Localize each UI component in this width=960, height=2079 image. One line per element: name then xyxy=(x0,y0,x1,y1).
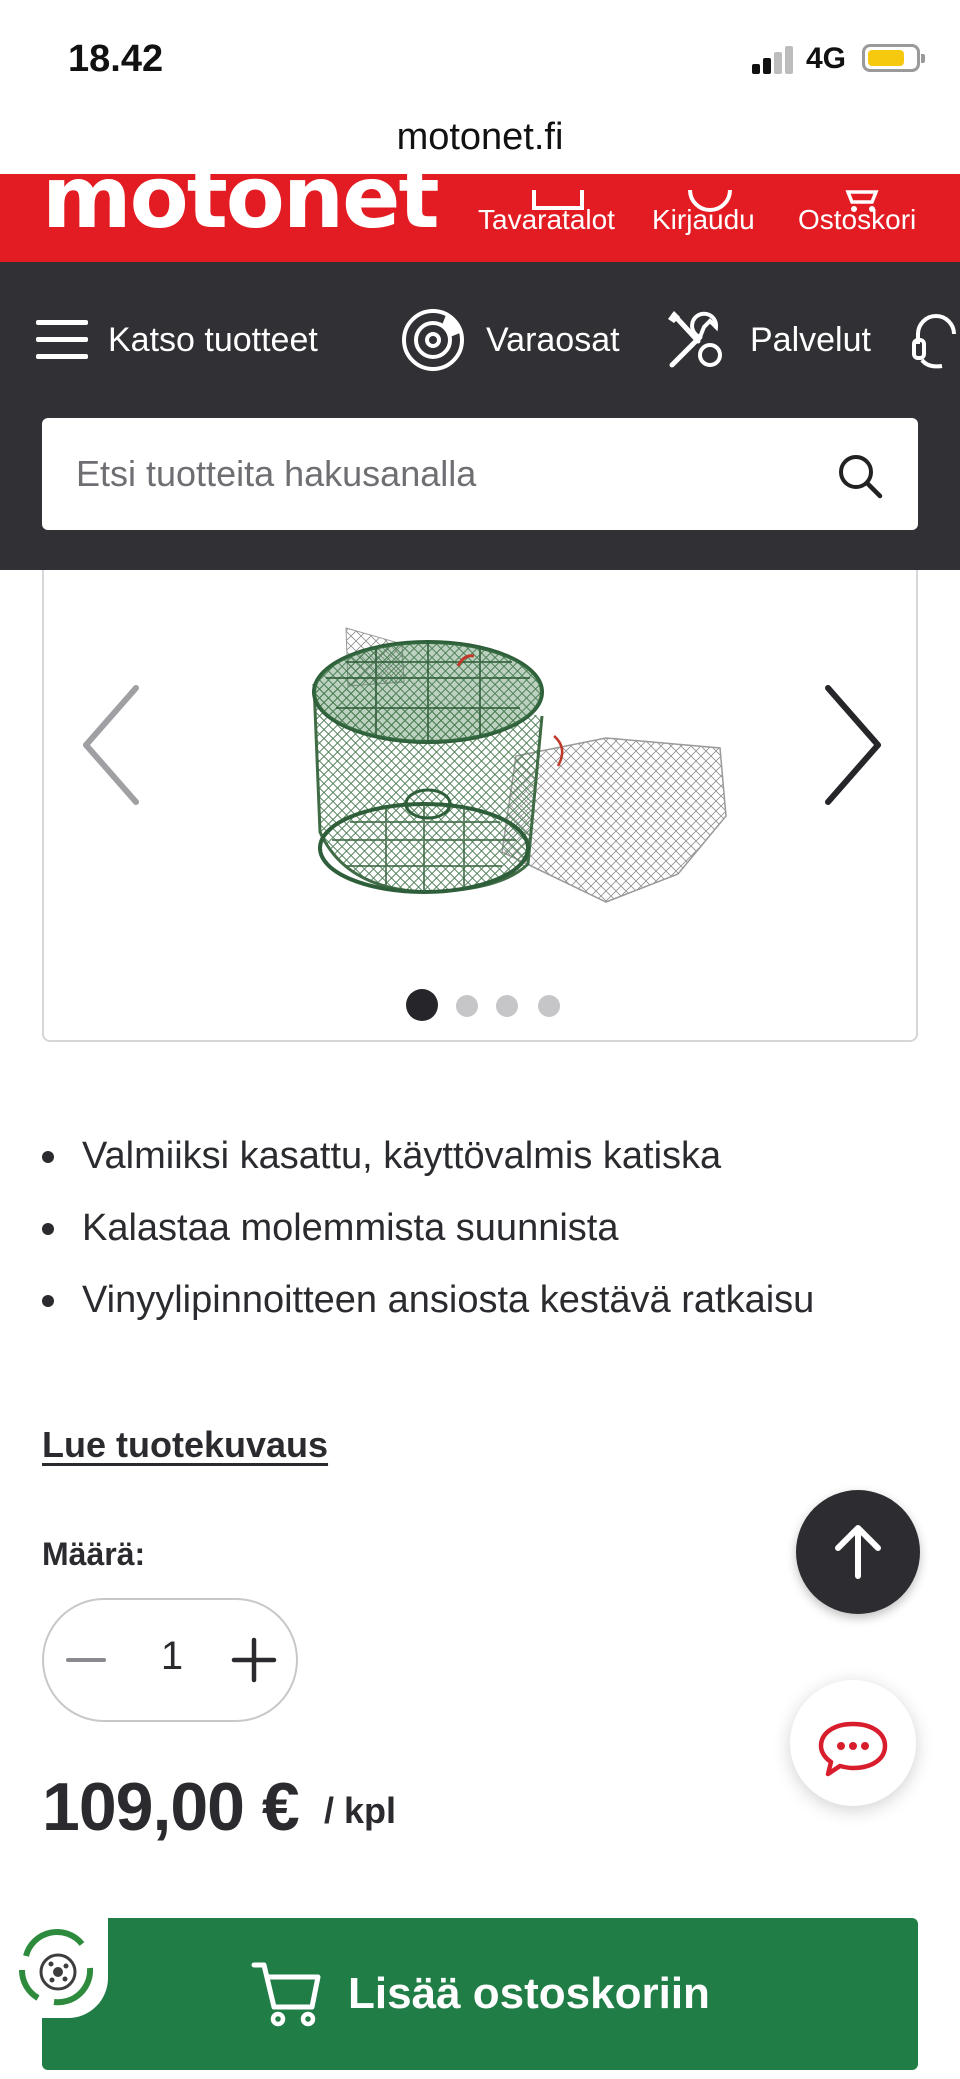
browse-products-label: Katso tuotteet xyxy=(108,320,318,359)
nav-row: Katso tuotteet Varaosat Palvelut xyxy=(0,262,960,416)
scroll-to-top-button[interactable] xyxy=(796,1490,920,1614)
quantity-label: Määrä: xyxy=(42,1536,146,1572)
store-icon xyxy=(532,190,584,210)
search-icon[interactable] xyxy=(836,452,884,500)
add-to-cart-button[interactable]: Lisää ostoskoriin xyxy=(42,1918,918,2070)
eco-badge[interactable] xyxy=(8,1918,108,2018)
network-type: 4G xyxy=(806,42,847,75)
spare-parts-button[interactable]: Varaosat xyxy=(400,309,620,371)
battery-icon xyxy=(862,44,925,72)
shopping-cart-icon xyxy=(251,1962,321,2027)
carousel-dots xyxy=(44,986,916,1021)
carousel-dot[interactable] xyxy=(538,995,560,1017)
search-input[interactable] xyxy=(76,418,836,530)
product-image[interactable] xyxy=(306,626,766,946)
recycle-wheel-icon xyxy=(18,1929,94,2006)
url-text[interactable]: motonet.fi xyxy=(397,114,564,160)
product-price: 109,00 € xyxy=(42,1769,300,1845)
signal-icon xyxy=(752,44,796,74)
browse-products-button[interactable]: Katso tuotteet xyxy=(36,310,318,370)
menu-icon xyxy=(36,320,88,359)
login-link[interactable]: Kirjaudu xyxy=(652,190,755,236)
main-navigation: Katso tuotteet Varaosat Palvelut xyxy=(0,262,960,570)
spare-parts-label: Varaosat xyxy=(486,320,620,359)
carousel-dot[interactable] xyxy=(406,989,438,1021)
previous-image-button[interactable] xyxy=(74,680,154,810)
stores-link[interactable]: Tavaratalot xyxy=(478,190,615,236)
read-description-link[interactable]: Lue tuotekuvaus xyxy=(42,1424,328,1466)
headset-icon xyxy=(912,314,956,369)
carousel-dot[interactable] xyxy=(456,995,478,1017)
price-unit: / kpl xyxy=(324,1790,397,1831)
support-button[interactable] xyxy=(912,310,960,370)
status-time: 18.42 xyxy=(68,38,164,80)
next-image-button[interactable] xyxy=(810,680,890,810)
quantity-value[interactable]: 1 xyxy=(144,1634,200,1679)
tools-icon xyxy=(668,311,722,368)
brake-disc-icon xyxy=(402,309,464,371)
increase-quantity-button[interactable] xyxy=(226,1632,282,1688)
quantity-stepper: 1 xyxy=(42,1598,298,1722)
feature-list: Valmiiksi kasattu, käyttövalmis katiska … xyxy=(42,1120,922,1336)
add-to-cart-label: Lisää ostoskoriin xyxy=(348,1969,710,2018)
services-button[interactable]: Palvelut xyxy=(664,310,871,370)
url-bar[interactable]: motonet.fi xyxy=(0,110,960,174)
chat-bubble-icon xyxy=(818,1721,888,1777)
site-logo[interactable]: motonet xyxy=(42,174,440,248)
user-icon xyxy=(688,190,732,212)
decrease-quantity-button[interactable] xyxy=(58,1632,114,1688)
feature-item: Vinyylipinnoitteen ansiosta kestävä ratk… xyxy=(42,1264,922,1336)
chat-button[interactable] xyxy=(790,1680,916,1806)
feature-item: Kalastaa molemmista suunnista xyxy=(42,1192,922,1264)
product-image-carousel xyxy=(42,570,918,1042)
cart-icon xyxy=(845,190,879,212)
services-label: Palvelut xyxy=(750,320,871,359)
arrow-up-icon xyxy=(835,1525,881,1579)
site-header: motonet Tavaratalot Kirjaudu Ostoskori xyxy=(0,174,960,262)
carousel-dot[interactable] xyxy=(496,995,518,1017)
cart-link[interactable]: Ostoskori xyxy=(798,190,916,236)
status-bar: 18.42 4G xyxy=(0,0,960,110)
search-box xyxy=(42,418,918,530)
feature-item: Valmiiksi kasattu, käyttövalmis katiska xyxy=(42,1120,922,1192)
